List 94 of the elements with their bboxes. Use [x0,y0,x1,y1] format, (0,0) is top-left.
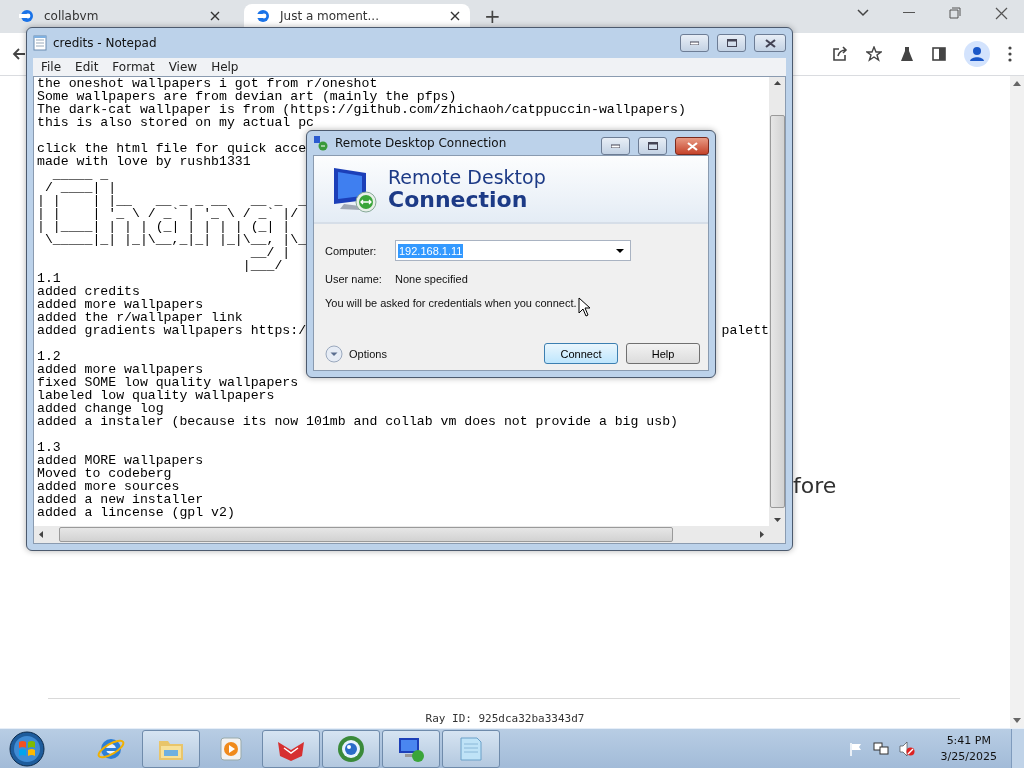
scroll-thumb[interactable] [59,527,673,542]
ascii-art-line: / ____| | [43,181,117,194]
browser-tab[interactable]: collabvm [8,4,230,27]
folder-icon[interactable] [142,729,200,768]
text-line: 1.2 [37,350,61,363]
maximize-button[interactable] [717,34,746,52]
horizontal-scrollbar[interactable] [34,526,769,543]
menu-icon[interactable] [1008,46,1012,62]
text-line: palett [721,324,769,337]
globe-icon[interactable] [322,729,380,768]
clock-time[interactable]: 5:41 PM [946,732,991,749]
text-line: added change log [37,402,164,415]
text-line: this is also stored on my actual pc [37,116,314,129]
text-line: added a new installer [37,493,204,506]
flask-icon[interactable] [900,46,914,62]
ascii-art-line: |___/ [241,259,283,272]
close-icon[interactable] [450,10,460,21]
ascii-art-line: _____ _ [51,168,109,181]
close-button[interactable] [754,34,786,52]
text-line: 1.3 [37,441,61,454]
ray-id-text: Ray ID: 925dca32ba3343d7 [424,712,586,725]
text-line: added credits [37,285,140,298]
notepad-icon [33,35,47,51]
text-line: fixed SOME low quality wallpapers [37,376,299,389]
wing-icon[interactable] [262,729,320,768]
remote-desktop-icon [313,135,329,151]
scroll-down-icon[interactable] [773,518,781,522]
text-line: 1.1 [37,272,61,285]
text-line: added more wallpapers [37,363,204,376]
browser-tab[interactable]: Just a moment... [244,4,470,27]
banner-title: Remote Desktop [388,166,546,188]
text-line: added a lincense (gpl v2) [37,506,235,519]
text-line: The dark-cat wallpaper is from (https://github.com/zhichaoh/catppuccin-wallpapers) [37,103,686,116]
volume-muted-icon[interactable] [898,740,915,757]
text-line: added a instaler (because its now 101mb and collab vm does not provide a big usb) [37,415,679,428]
menu-item[interactable]: Edit [68,60,106,74]
text-line: Moved to codeberg [37,467,172,480]
minimize-icon[interactable] [611,144,620,148]
cursor-icon [578,297,591,317]
ascii-art-line: | | | |__ __ _ _ __ __ _ _ [37,194,307,207]
field-label: Computer: [325,244,378,257]
text-line: made with love by rushb1331 [37,155,251,168]
network-icon[interactable] [872,740,889,757]
menu-item[interactable]: Format [105,60,162,74]
text-line: added the r/wallpaper link [37,311,243,324]
monitor-icon[interactable] [382,729,440,768]
close-icon[interactable] [764,38,776,48]
ascii-art-line: | | | '_ \ / _` | '_ \ / _` |/ [37,207,299,220]
page-heading: fore [793,472,838,500]
window-title: credits - Notepad [53,36,157,50]
field-label: User name: [325,273,383,285]
share-icon[interactable] [832,46,848,62]
scroll-up-icon[interactable] [1013,81,1021,86]
text-line: Some wallpapers are from devian art (mainly the pfps) [37,90,457,103]
profile-avatar-icon[interactable] [964,41,990,67]
scroll-down-icon[interactable] [1013,718,1021,723]
text-line: click the html file for quick acce [37,142,307,155]
ascii-art-line: __/ | [250,246,291,259]
scroll-left-icon[interactable] [39,531,43,538]
text-line: added more wallpapers [37,298,204,311]
field-value: None specified [395,273,468,285]
menu-item[interactable]: Help [204,60,246,74]
minimize-button[interactable] [601,137,630,155]
maximize-button[interactable] [638,137,667,155]
dialog-button[interactable]: Connect [544,343,618,364]
menu-item[interactable]: View [161,60,205,74]
ascii-art-line: | |____| | | | (_| | | | | (_| | [37,220,291,233]
dialog-button[interactable]: Help [626,343,700,364]
start-orb-icon[interactable] [8,729,46,768]
scrollbar[interactable] [1010,76,1024,728]
side-panel-icon[interactable] [932,47,946,61]
text-line: added more sources [37,480,180,493]
close-icon[interactable] [210,10,220,21]
info-text: You will be asked for credentials when you connect. [325,297,577,309]
text-line: added MORE wallpapers [37,454,204,467]
menu-item[interactable]: File [34,60,69,74]
minimize-button[interactable] [680,34,709,52]
star-icon[interactable] [866,46,882,62]
minimize-icon[interactable] [690,41,699,45]
maximize-icon[interactable] [726,39,737,47]
ascii-art-line: \_____|_| |_|\__,_|_| |_|\__, |\_ [43,233,307,246]
text-line: labeled low quality wallpapers [37,389,275,402]
clock-date[interactable]: 3/25/2025 [940,748,997,765]
new-tab-button[interactable]: + [484,4,501,28]
options-link[interactable]: Options [349,347,387,360]
text-line: the oneshot wallpapers i got from r/oneshot [37,77,378,90]
scroll-right-icon[interactable] [760,531,764,538]
scroll-up-icon[interactable] [773,81,781,85]
back-arrow-icon[interactable] [12,47,26,61]
maximize-icon[interactable] [647,142,658,150]
window-title: Remote Desktop Connection [335,136,507,150]
text-line: added gradients wallpapers https:/ [37,324,307,337]
close-button[interactable] [675,137,709,155]
banner-title: Connection [388,188,528,212]
